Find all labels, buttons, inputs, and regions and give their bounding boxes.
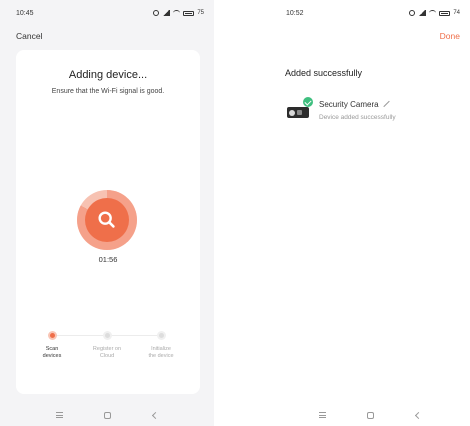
device-name: Security Camera bbox=[319, 100, 379, 109]
countdown-timer: 01:56 bbox=[98, 255, 118, 264]
status-time: 10:52 bbox=[286, 9, 304, 17]
nav-back-button[interactable] bbox=[413, 410, 423, 420]
nav-menu-button[interactable] bbox=[54, 410, 64, 420]
wifi-hint: Ensure that the Wi-Fi signal is good. bbox=[51, 88, 165, 95]
camera-sensor bbox=[297, 110, 302, 115]
adding-device-screen: 10:45 75 Cancel Adding device... Ensure … bbox=[0, 0, 214, 426]
nav-home-button[interactable] bbox=[102, 410, 112, 420]
device-list-item[interactable]: Security Camera Device added successfull… bbox=[285, 97, 396, 124]
home-icon bbox=[103, 411, 111, 419]
nav-back-button[interactable] bbox=[150, 410, 160, 420]
alarm-icon bbox=[153, 10, 160, 16]
camera-thumbnail bbox=[285, 97, 313, 124]
system-nav-bar bbox=[270, 404, 470, 426]
page-title: Added successfully bbox=[285, 68, 363, 78]
status-time: 10:45 bbox=[16, 9, 34, 17]
search-icon bbox=[98, 211, 115, 228]
home-icon bbox=[366, 411, 374, 419]
wifi-icon bbox=[173, 10, 181, 16]
status-bar: 10:52 74 bbox=[270, 0, 470, 26]
nav-home-button[interactable] bbox=[365, 410, 375, 420]
status-icons: 75 bbox=[153, 10, 204, 16]
search-button bbox=[85, 198, 129, 242]
step-label-initialize: Initialize the device bbox=[148, 346, 174, 359]
signal-icon bbox=[418, 10, 427, 16]
device-status: Device added successfully bbox=[319, 114, 396, 121]
device-info: Security Camera Device added successfull… bbox=[319, 98, 396, 121]
menu-icon bbox=[318, 412, 326, 418]
done-button[interactable]: Done bbox=[440, 31, 460, 41]
page-title: Adding device... bbox=[68, 69, 148, 81]
system-nav-bar bbox=[0, 404, 214, 426]
status-icons: 74 bbox=[409, 10, 460, 16]
battery-icon bbox=[439, 10, 451, 16]
step-dot-scan bbox=[48, 331, 57, 340]
menu-icon bbox=[55, 412, 63, 418]
back-icon bbox=[414, 411, 422, 419]
battery-level: 75 bbox=[197, 10, 204, 16]
alarm-icon bbox=[409, 10, 416, 16]
wifi-icon bbox=[429, 10, 437, 16]
battery-icon bbox=[183, 10, 195, 16]
step-label-register: Register on Cloud bbox=[92, 346, 122, 359]
signal-icon bbox=[162, 10, 171, 16]
back-icon bbox=[151, 411, 159, 419]
step-dot-register bbox=[103, 331, 112, 340]
added-successfully-screen: 10:52 74 Done Added successfully Securit… bbox=[270, 0, 470, 426]
step-label-scan: Scan devices bbox=[42, 346, 62, 359]
progress-ring bbox=[77, 190, 137, 250]
check-icon bbox=[303, 97, 313, 107]
step-dot-initialize bbox=[157, 331, 166, 340]
nav-menu-button[interactable] bbox=[317, 410, 327, 420]
cancel-button[interactable]: Cancel bbox=[16, 31, 42, 41]
progress-card: Adding device... Ensure that the Wi-Fi s… bbox=[16, 50, 200, 394]
battery-level: 74 bbox=[453, 10, 460, 16]
status-bar: 10:45 75 bbox=[0, 0, 214, 26]
camera-lens bbox=[289, 110, 295, 116]
edit-icon[interactable] bbox=[383, 101, 390, 108]
device-name-line: Security Camera bbox=[319, 100, 396, 109]
